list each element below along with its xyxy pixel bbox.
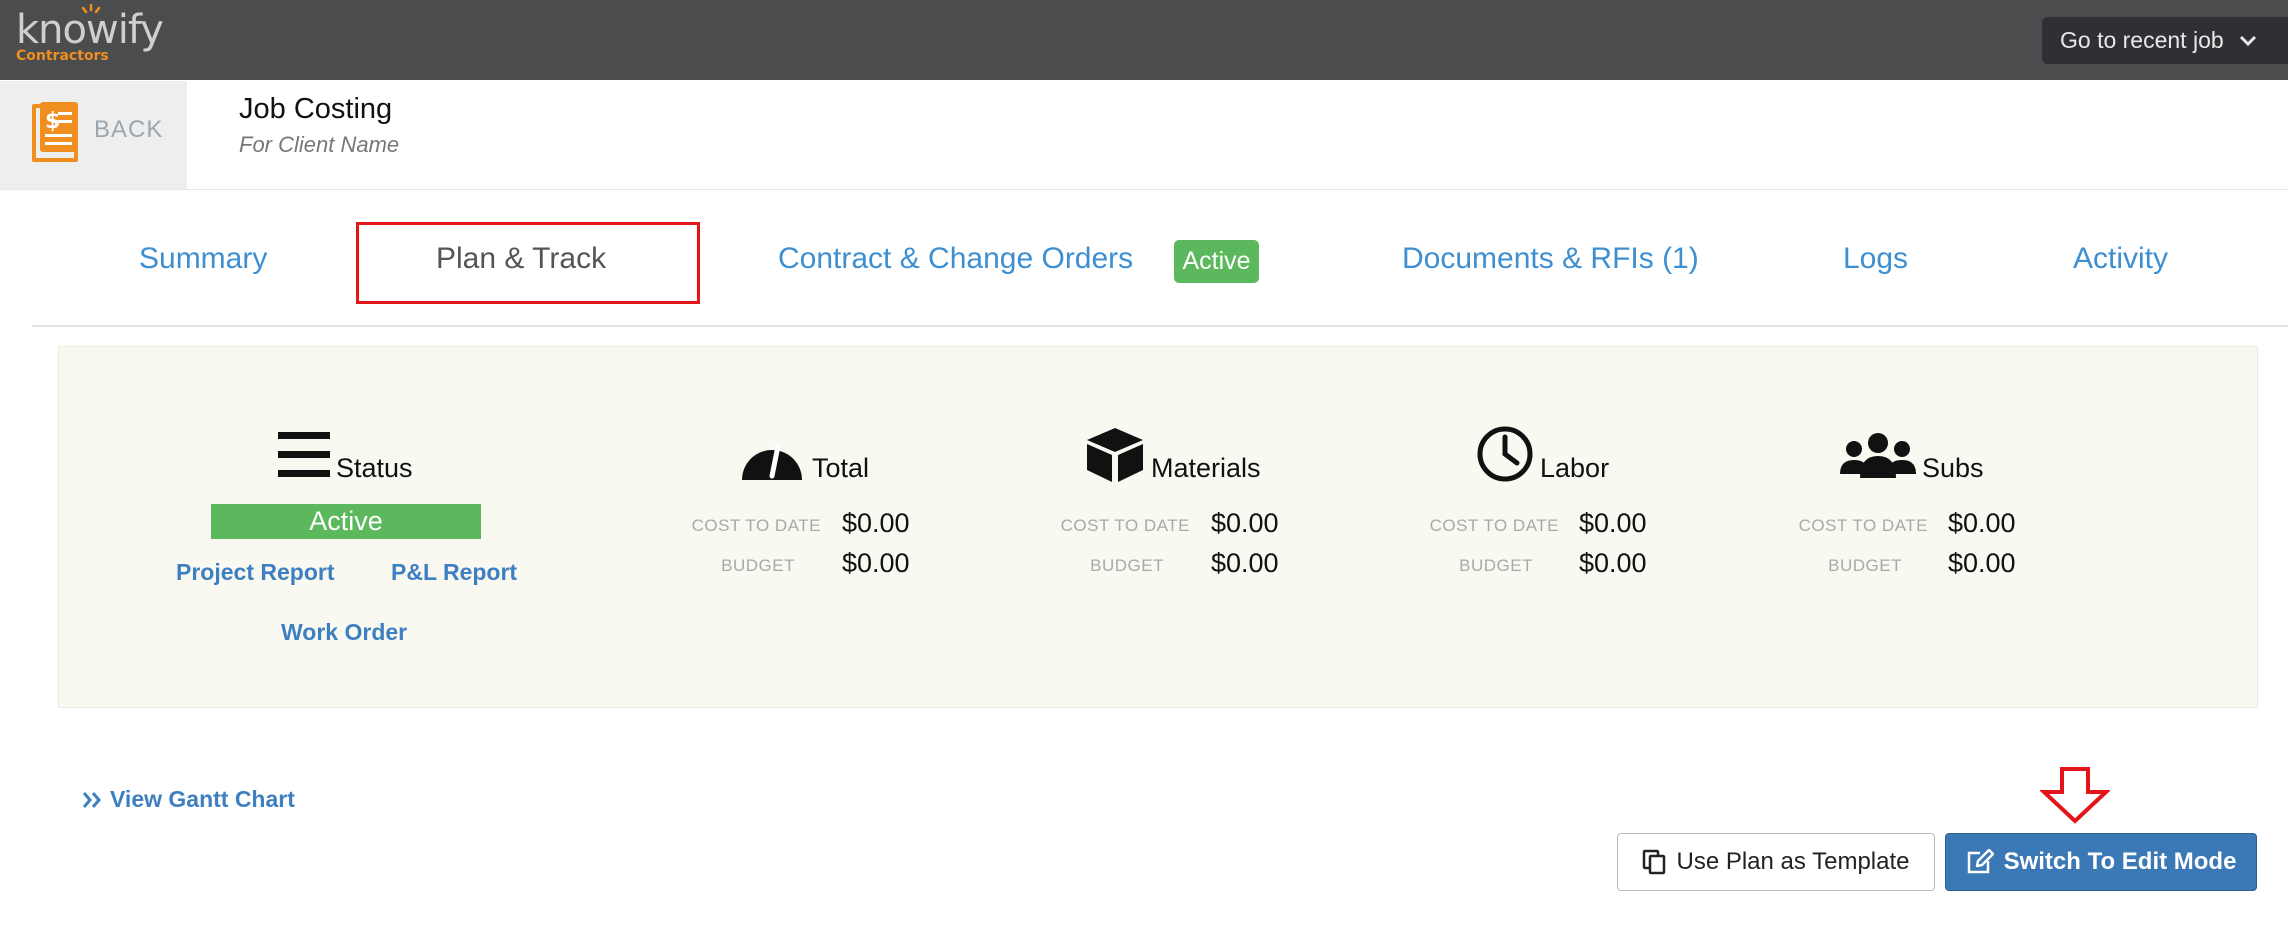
people-icon <box>1840 433 1916 478</box>
contract-status-badge: Active <box>1174 240 1259 283</box>
labor-cost-value: $0.00 <box>1579 508 1647 538</box>
down-arrow-annotation-icon <box>2040 767 2110 824</box>
total-cost-value: $0.00 <box>842 508 910 538</box>
subs-title: Subs <box>1922 453 1984 483</box>
tab-plan-track[interactable]: Plan & Track <box>436 242 606 276</box>
work-order-link[interactable]: Work Order <box>281 619 407 646</box>
back-label[interactable]: BACK <box>94 116 163 144</box>
labor-cost-label: COST TO DATE <box>1429 516 1559 535</box>
tab-summary[interactable]: Summary <box>139 242 267 276</box>
view-gantt-chart-link[interactable]: View Gantt Chart <box>82 786 295 813</box>
status-title: Status <box>336 453 413 483</box>
knowify-logo[interactable]: knowify Contractors <box>16 4 164 64</box>
recent-job-label: Go to recent job <box>2060 27 2224 53</box>
go-to-recent-job-dropdown[interactable]: Go to recent job <box>2042 17 2288 64</box>
header-divider <box>0 189 2288 190</box>
list-icon <box>278 432 330 477</box>
tab-contract-change-orders[interactable]: Contract & Change Orders <box>778 242 1133 276</box>
job-status-badge: Active <box>211 504 481 539</box>
total-cost-label: COST TO DATE <box>691 516 821 535</box>
tab-documents-rfis[interactable]: Documents & RFIs (1) <box>1402 242 1699 276</box>
view-gantt-chart-label: View Gantt Chart <box>110 786 295 812</box>
box-icon <box>1087 428 1143 482</box>
materials-cost-value: $0.00 <box>1211 508 1279 538</box>
invoice-document-icon: $ <box>32 102 78 162</box>
subs-cost-label: COST TO DATE <box>1798 516 1928 535</box>
edit-icon <box>1967 849 1994 874</box>
switch-to-edit-mode-label: Switch To Edit Mode <box>2003 848 2237 875</box>
subs-budget-value: $0.00 <box>1948 548 2016 578</box>
top-bar: knowify Contractors Go to recent job <box>0 0 2288 80</box>
use-plan-as-template-label: Use Plan as Template <box>1676 848 1910 875</box>
page-subtitle: For Client Name <box>239 132 400 157</box>
tabs-divider <box>32 325 2288 327</box>
speedometer-icon <box>742 443 802 480</box>
switch-to-edit-mode-button[interactable]: Switch To Edit Mode <box>1945 833 2257 891</box>
tab-activity[interactable]: Activity <box>2073 242 2168 276</box>
materials-cost-label: COST TO DATE <box>1060 516 1190 535</box>
logo-wordmark: knowify <box>16 7 164 53</box>
labor-budget-label: BUDGET <box>1459 556 1533 575</box>
total-title: Total <box>812 453 870 483</box>
logo-sun-icon <box>81 4 101 14</box>
subs-budget-label: BUDGET <box>1828 556 1902 575</box>
page-title: Job Costing <box>239 93 393 125</box>
clock-icon <box>1477 426 1533 482</box>
tab-logs[interactable]: Logs <box>1843 242 1908 276</box>
chevron-down-icon <box>2239 35 2256 46</box>
subs-cost-value: $0.00 <box>1948 508 2016 538</box>
copy-icon <box>1643 849 1666 875</box>
double-chevron-right-icon <box>82 791 101 808</box>
labor-title: Labor <box>1540 453 1610 483</box>
materials-budget-value: $0.00 <box>1211 548 1279 578</box>
pl-report-link[interactable]: P&L Report <box>391 559 517 586</box>
labor-budget-value: $0.00 <box>1579 548 1647 578</box>
materials-title: Materials <box>1151 453 1261 483</box>
materials-budget-label: BUDGET <box>1090 556 1164 575</box>
total-budget-label: BUDGET <box>721 556 795 575</box>
use-plan-as-template-button[interactable]: Use Plan as Template <box>1617 833 1935 891</box>
project-report-link[interactable]: Project Report <box>176 559 334 586</box>
total-budget-value: $0.00 <box>842 548 910 578</box>
